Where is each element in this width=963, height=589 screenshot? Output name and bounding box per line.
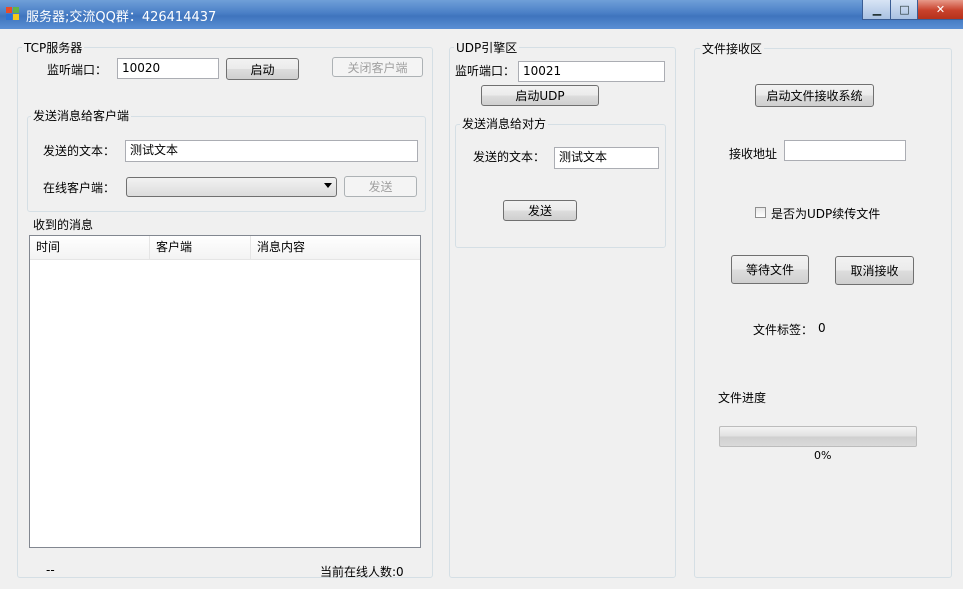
file-progress-text: 0% <box>814 449 832 462</box>
online-count-text: 当前在线人数:0 <box>320 565 404 579</box>
maximize-button[interactable]: □ <box>890 0 919 20</box>
list-header: 时间 客户端 消息内容 <box>30 236 420 260</box>
maximize-icon: □ <box>899 3 910 16</box>
minimize-icon: ▁ <box>872 3 882 16</box>
close-client-button[interactable]: 关闭客户端 <box>332 57 423 77</box>
udp-resume-checkbox[interactable] <box>755 207 766 218</box>
tcp-port-input[interactable]: 10020 <box>117 58 219 79</box>
udp-port-input[interactable]: 10021 <box>518 61 665 82</box>
wait-file-button[interactable]: 等待文件 <box>731 255 809 284</box>
tcp-server-group-title: TCP服务器 <box>22 39 85 56</box>
minimize-button[interactable]: ▁ <box>862 0 892 20</box>
receive-address-label: 接收地址 <box>729 147 778 161</box>
udp-send-text-input[interactable]: 测试文本 <box>554 147 659 169</box>
chevron-down-icon <box>324 183 332 188</box>
tcp-port-label: 监听端口： <box>47 63 108 77</box>
online-client-select[interactable] <box>126 177 337 197</box>
file-tag-label: 文件标签： <box>753 323 814 337</box>
send-to-peer-group-title: 发送消息给对方 <box>460 115 549 132</box>
send-to-client-group <box>27 116 426 212</box>
online-client-label: 在线客户端： <box>43 181 116 195</box>
window-title: 服务器;交流QQ群：426414437 <box>26 10 217 25</box>
send-to-peer-group <box>455 124 666 248</box>
received-messages-title: 收到的消息 <box>31 216 96 233</box>
cancel-receive-button[interactable]: 取消接收 <box>835 256 914 285</box>
udp-port-label: 监听端口： <box>455 64 516 78</box>
column-header-client[interactable]: 客户端 <box>150 236 251 259</box>
tcp-status-text: -- <box>46 563 55 577</box>
column-header-message[interactable]: 消息内容 <box>251 236 421 259</box>
udp-resume-label[interactable]: 是否为UDP续传文件 <box>771 205 880 222</box>
tcp-send-text-label: 发送的文本： <box>43 144 116 158</box>
file-progress-bar <box>719 426 917 447</box>
file-tag-value: 0 <box>818 321 826 335</box>
receive-address-input[interactable] <box>784 140 906 161</box>
file-receive-group-title: 文件接收区 <box>700 40 765 57</box>
received-messages-list[interactable]: 时间 客户端 消息内容 <box>29 235 421 548</box>
send-to-client-group-title: 发送消息给客户端 <box>31 107 132 124</box>
udp-send-button[interactable]: 发送 <box>503 200 577 221</box>
column-header-time[interactable]: 时间 <box>30 236 150 259</box>
file-receive-group <box>694 48 952 578</box>
tcp-send-text-input[interactable]: 测试文本 <box>125 140 418 162</box>
file-progress-label: 文件进度 <box>718 391 767 405</box>
app-icon <box>6 7 20 21</box>
udp-send-text-label: 发送的文本： <box>473 150 546 164</box>
udp-start-button[interactable]: 启动UDP <box>481 85 599 106</box>
title-bar: 服务器;交流QQ群：426414437 ▁ □ ✕ <box>0 0 963 29</box>
tcp-start-button[interactable]: 启动 <box>226 58 299 80</box>
udp-group-title: UDP引擎区 <box>454 39 520 56</box>
tcp-send-button[interactable]: 发送 <box>344 176 417 197</box>
close-icon: ✕ <box>935 3 946 16</box>
close-button[interactable]: ✕ <box>917 0 963 20</box>
start-file-receive-button[interactable]: 启动文件接收系统 <box>755 84 874 107</box>
